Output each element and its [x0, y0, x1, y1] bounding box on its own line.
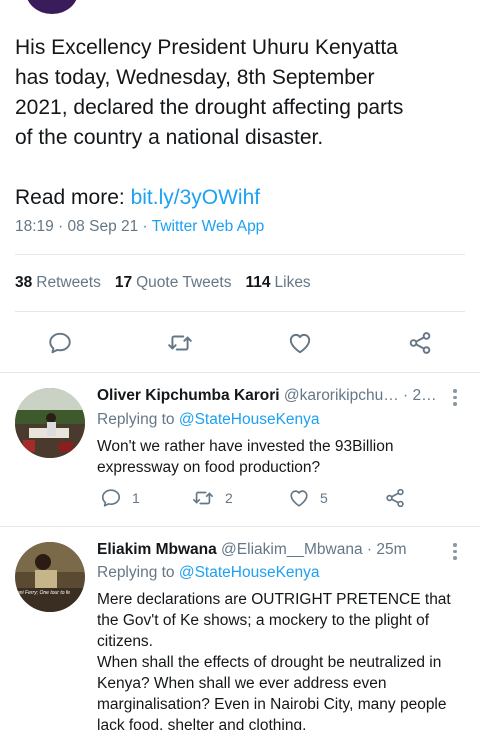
- avatar[interactable]: ani Ferry; One tour to fe: [15, 542, 85, 612]
- retweets-count: 38: [15, 274, 33, 291]
- retweets-stat[interactable]: 38 Retweets: [15, 274, 101, 292]
- avatar-caption: ani Ferry; One tour to fe: [17, 590, 70, 596]
- tweet-text-line: has today, Wednesday, 8th September: [15, 66, 375, 89]
- quote-tweets-stat[interactable]: 17 Quote Tweets: [115, 274, 232, 292]
- like-count: 5: [320, 490, 328, 506]
- reply-author-name[interactable]: Eliakim Mbwana: [97, 541, 217, 558]
- author-avatar[interactable]: [26, 0, 78, 14]
- tweet-source[interactable]: Twitter Web App: [152, 218, 265, 235]
- retweet-button[interactable]: [166, 329, 194, 357]
- divider: [15, 311, 465, 312]
- tweet-time-date: 18:19 · 08 Sep 21 ·: [15, 218, 152, 235]
- more-vertical-icon: [453, 389, 457, 406]
- avatar-image: [15, 388, 85, 458]
- replying-to-label: Replying to: [97, 564, 179, 581]
- reply-text-line: lack food, shelter and clothing.: [97, 717, 307, 730]
- quotes-count: 17: [114, 274, 133, 291]
- tweet-timestamp: 18:19 · 08 Sep 21 · Twitter Web App: [15, 218, 264, 236]
- reply-text: Mere declarations are OUTRIGHT PRETENCE …: [97, 589, 457, 730]
- reply-text: Won't we rather have invested the 93Bill…: [97, 436, 457, 478]
- reply-tweet[interactable]: ani Ferry; One tour to fe Eliakim Mbwana…: [0, 527, 480, 730]
- tweet-text-line: His Excellency President Uhuru Kenyatta: [15, 36, 398, 59]
- avatar[interactable]: [15, 388, 85, 458]
- reply-text-line: marginalisation? Even in Nairobi City, m…: [97, 696, 447, 713]
- reply-author-name[interactable]: Oliver Kipchumba Karori: [97, 387, 280, 404]
- reply-icon: [49, 332, 71, 354]
- read-more-label: Read more:: [15, 186, 125, 209]
- share-icon: [386, 488, 404, 508]
- tweet-action-bar: [0, 324, 480, 362]
- tweet-link[interactable]: bit.ly/3yOWihf: [131, 186, 261, 209]
- reply-button[interactable]: [46, 329, 74, 357]
- replying-to-handle[interactable]: @StateHouseKenya: [179, 411, 320, 428]
- reply-tweet[interactable]: Oliver Kipchumba Karori @karorikipchu… ·…: [0, 373, 480, 526]
- reply-handle-time: @karorikipchu… · 23m: [283, 387, 442, 404]
- like-button[interactable]: [286, 329, 314, 357]
- reply-handle-time: @Eliakim__Mbwana · 25m: [221, 541, 407, 558]
- reply-text-line: the Gov't of Ke shows; a mockery to the …: [97, 612, 430, 629]
- quotes-label: Quote Tweets: [136, 274, 232, 291]
- retweet-count: 2: [225, 490, 233, 506]
- more-button[interactable]: [452, 543, 458, 560]
- tweet-text-line: of the country a national disaster.: [15, 126, 324, 149]
- heart-icon: [290, 490, 308, 507]
- retweets-label: Retweets: [36, 274, 101, 291]
- retweet-icon: [193, 491, 213, 505]
- likes-stat[interactable]: 114 Likes: [245, 274, 310, 292]
- share-button[interactable]: [384, 487, 406, 509]
- tweet-detail-page: His Excellency President Uhuru Kenyatta …: [0, 0, 480, 730]
- replying-to: Replying to @StateHouseKenya: [97, 564, 320, 582]
- reply-button[interactable]: 1: [100, 487, 140, 509]
- retweet-button[interactable]: 2: [191, 487, 233, 509]
- reply-header: Oliver Kipchumba Karori @karorikipchu… ·…: [97, 387, 442, 405]
- replying-to: Replying to @StateHouseKenya: [97, 411, 320, 429]
- retweet-icon: [168, 335, 192, 351]
- replying-to-label: Replying to: [97, 411, 179, 428]
- reply-text-line: Mere declarations are OUTRIGHT PRETENCE …: [97, 591, 451, 608]
- reply-action-bar: 1 2 5: [97, 487, 417, 515]
- reply-icon: [101, 489, 121, 507]
- reply-text-line: When shall the effects of drought be neu…: [97, 654, 442, 671]
- tweet-text: His Excellency President Uhuru Kenyatta …: [15, 33, 470, 153]
- reply-text-line: Kenya? When shall we ever address even: [97, 675, 387, 692]
- reply-text-line: citizens.: [97, 633, 153, 650]
- like-button[interactable]: 5: [288, 487, 328, 509]
- likes-label: Likes: [274, 274, 311, 291]
- divider: [15, 254, 465, 255]
- share-icon: [409, 332, 431, 354]
- read-more-line: Read more: bit.ly/3yOWihf: [15, 183, 260, 213]
- reply-text-line: expressway on food production?: [97, 459, 321, 476]
- likes-count: 114: [245, 274, 271, 291]
- heart-icon: [289, 333, 311, 354]
- more-vertical-icon: [453, 543, 457, 560]
- reply-header: Eliakim Mbwana @Eliakim__Mbwana · 25m: [97, 541, 442, 559]
- share-button[interactable]: [406, 329, 434, 357]
- tweet-text-line: 2021, declared the drought affecting par…: [15, 96, 404, 119]
- reply-count: 1: [132, 490, 140, 506]
- more-button[interactable]: [452, 389, 458, 406]
- avatar-image: ani Ferry; One tour to fe: [15, 542, 85, 612]
- replying-to-handle[interactable]: @StateHouseKenya: [179, 564, 320, 581]
- reply-text-line: Won't we rather have invested the 93Bill…: [97, 438, 394, 455]
- tweet-stats: 38 Retweets 17 Quote Tweets 114 Likes: [15, 274, 311, 292]
